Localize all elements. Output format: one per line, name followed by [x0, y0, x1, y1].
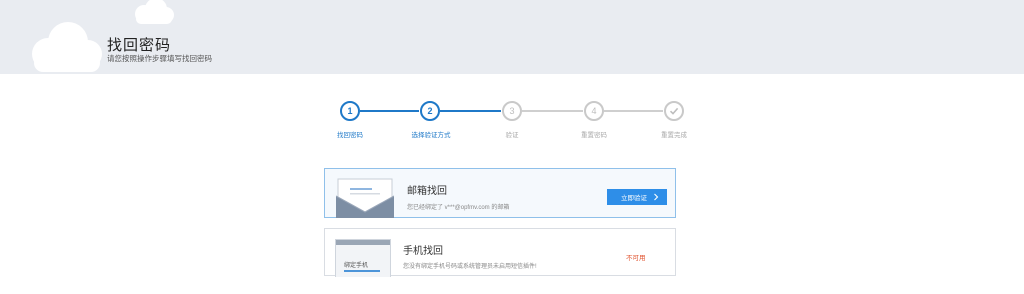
email-recovery-option[interactable]: 邮箱找回 您已经绑定了 v***@opfmv.com 的邮箱 立即验证 — [324, 168, 676, 218]
email-option-description: 您已经绑定了 v***@opfmv.com 的邮箱 — [407, 205, 510, 211]
progress-stepper: 1 2 3 4 找回密码 选择验证方式 验证 重置密码 重置完成 — [0, 0, 1024, 150]
chevron-right-icon — [654, 193, 659, 201]
phone-illustration-underline — [344, 270, 380, 272]
step-5-label: 重置完成 — [661, 132, 687, 139]
step-2-circle: 2 — [420, 101, 440, 121]
verify-now-label: 立即验证 — [621, 195, 647, 202]
step-4-label: 重置密码 — [581, 132, 607, 139]
phone-option-title: 手机找回 — [403, 246, 443, 257]
step-1-circle: 1 — [340, 101, 360, 121]
step-connector — [522, 110, 583, 112]
phone-illustration-label: 绑定手机 — [344, 263, 369, 269]
step-5-circle — [664, 101, 684, 121]
step-1-label: 找回密码 — [337, 132, 363, 139]
phone-recovery-option: 绑定手机 手机找回 您没有绑定手机号码或系统管理员未启用短信插件! 不可用 — [324, 228, 676, 277]
email-option-title: 邮箱找回 — [407, 186, 447, 197]
envelope-icon — [336, 178, 394, 218]
unavailable-status: 不可用 — [626, 255, 646, 262]
phone-option-description: 您没有绑定手机号码或系统管理员未启用短信插件! — [403, 264, 537, 270]
step-2-label: 选择验证方式 — [411, 132, 451, 139]
step-connector — [604, 110, 663, 112]
step-3-label: 验证 — [505, 132, 519, 139]
step-connector — [440, 110, 501, 112]
step-connector — [360, 110, 419, 112]
verify-now-button[interactable]: 立即验证 — [607, 189, 667, 205]
phone-illustration-bar — [336, 240, 390, 245]
step-3-circle: 3 — [502, 101, 522, 121]
check-icon — [669, 107, 679, 115]
phone-illustration: 绑定手机 — [335, 239, 391, 277]
step-4-circle: 4 — [584, 101, 604, 121]
